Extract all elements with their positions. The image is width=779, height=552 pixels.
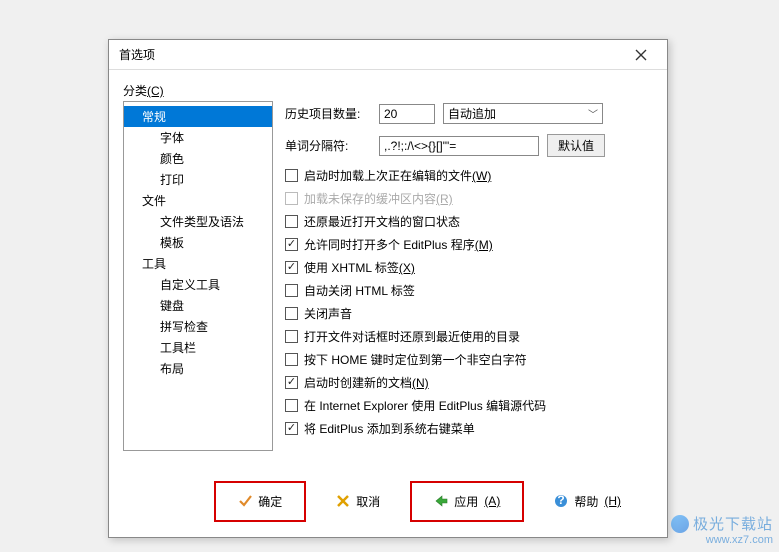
watermark: 极光下载站 www.xz7.com [671,513,773,546]
checkbox-6[interactable] [285,307,298,320]
checkbox-row-9: 启动时创建新的文档(N) [285,374,653,391]
checkbox-label-11: 将 EditPlus 添加到系统右键菜单 [304,420,475,437]
tree-item-12[interactable]: 布局 [124,358,272,379]
checkbox-accel-4: (X) [399,261,415,275]
cancel-button[interactable]: 取消 [322,487,394,516]
tree-item-3[interactable]: 打印 [124,169,272,190]
checkbox-label-7: 打开文件对话框时还原到最近使用的目录 [304,328,520,345]
checkbox-row-3: 允许同时打开多个 EditPlus 程序(M) [285,236,653,253]
checkbox-8[interactable] [285,353,298,366]
checkbox-row-11: 将 EditPlus 添加到系统右键菜单 [285,420,653,437]
history-row: 历史项目数量: 自动追加 ﹀ [285,103,653,124]
checkbox-row-1: 加载未保存的缓冲区内容(R) [285,190,653,207]
dialog-body: 分类(C) 常规字体颜色打印文件文件类型及语法模板工具自定义工具键盘拼写检查工具… [109,70,667,537]
tree-item-8[interactable]: 自定义工具 [124,274,272,295]
checkbox-1 [285,192,298,205]
checkbox-accel-3: (M) [475,238,493,252]
ok-button[interactable]: 确定 [224,487,296,516]
tree-item-1[interactable]: 字体 [124,127,272,148]
settings-panel: 历史项目数量: 自动追加 ﹀ 单词分隔符: 默认值 启动时加载上次正在编辑的文件… [285,101,653,473]
svg-text:?: ? [558,494,565,507]
checkbox-label-10: 在 Internet Explorer 使用 EditPlus 编辑源代码 [304,397,546,414]
word-separator-label: 单词分隔符: [285,137,371,154]
checkbox-4[interactable] [285,261,298,274]
close-icon [635,49,647,61]
checkbox-row-8: 按下 HOME 键时定位到第一个非空白字符 [285,351,653,368]
checkbox-0[interactable] [285,169,298,182]
tree-item-5[interactable]: 文件类型及语法 [124,211,272,232]
help-accel: (H) [604,494,621,508]
ok-label: 确定 [258,493,282,510]
checkbox-label-0: 启动时加载上次正在编辑的文件(W) [304,167,491,184]
tree-item-2[interactable]: 颜色 [124,148,272,169]
checkbox-row-0: 启动时加载上次正在编辑的文件(W) [285,167,653,184]
history-count-input[interactable] [379,104,435,124]
tree-item-7[interactable]: 工具 [124,253,272,274]
apply-accel: (A) [484,494,500,508]
apply-label: 应用 [454,493,478,510]
checkbox-7[interactable] [285,330,298,343]
history-mode-select[interactable]: 自动追加 ﹀ [443,103,603,124]
checkbox-5[interactable] [285,284,298,297]
check-icon [238,494,252,508]
tree-item-0[interactable]: 常规 [124,106,272,127]
checkbox-row-2: 还原最近打开文档的窗口状态 [285,213,653,230]
checkbox-label-5: 自动关闭 HTML 标签 [304,282,415,299]
checkbox-row-4: 使用 XHTML 标签(X) [285,259,653,276]
x-icon [336,494,350,508]
cancel-label: 取消 [356,493,380,510]
watermark-logo-icon [671,515,689,533]
default-button[interactable]: 默认值 [547,134,605,157]
checkbox-row-6: 关闭声音 [285,305,653,322]
checkbox-row-7: 打开文件对话框时还原到最近使用的目录 [285,328,653,345]
checkbox-label-3: 允许同时打开多个 EditPlus 程序(M) [304,236,493,253]
watermark-brand: 极光下载站 [693,513,773,534]
category-label-text: 分类 [123,84,147,98]
tree-item-11[interactable]: 工具栏 [124,337,272,358]
checkbox-label-2: 还原最近打开文档的窗口状态 [304,213,460,230]
dialog-title: 首选项 [119,46,155,63]
dialog-footer: 确定 取消 应用 (A) ? 帮助 (H) [123,473,653,529]
ok-highlight: 确定 [214,481,306,522]
titlebar: 首选项 [109,40,667,70]
checkbox-3[interactable] [285,238,298,251]
checkbox-label-4: 使用 XHTML 标签(X) [304,259,415,276]
checkbox-accel-1: (R) [436,192,453,206]
tree-item-6[interactable]: 模板 [124,232,272,253]
checkbox-2[interactable] [285,215,298,228]
checkbox-label-8: 按下 HOME 键时定位到第一个非空白字符 [304,351,527,368]
checkbox-label-9: 启动时创建新的文档(N) [304,374,429,391]
preferences-dialog: 首选项 分类(C) 常规字体颜色打印文件文件类型及语法模板工具自定义工具键盘拼写… [108,39,668,538]
checkbox-row-10: 在 Internet Explorer 使用 EditPlus 编辑源代码 [285,397,653,414]
tree-item-10[interactable]: 拼写检查 [124,316,272,337]
question-icon: ? [554,494,568,508]
help-label: 帮助 [574,493,598,510]
arrow-left-icon [434,494,448,508]
content-row: 常规字体颜色打印文件文件类型及语法模板工具自定义工具键盘拼写检查工具栏布局 历史… [123,101,653,473]
checkbox-accel-0: (W) [472,169,491,183]
checkbox-11[interactable] [285,422,298,435]
apply-highlight: 应用 (A) [410,481,524,522]
chevron-down-icon: ﹀ [588,106,598,121]
watermark-url: www.xz7.com [671,534,773,546]
apply-button[interactable]: 应用 (A) [420,487,514,516]
checkbox-accel-9: (N) [412,376,429,390]
tree-item-9[interactable]: 键盘 [124,295,272,316]
tree-item-4[interactable]: 文件 [124,190,272,211]
category-label-accel: (C) [147,84,164,98]
help-button[interactable]: ? 帮助 (H) [540,487,635,516]
checkbox-label-1: 加载未保存的缓冲区内容(R) [304,190,453,207]
history-count-label: 历史项目数量: [285,105,371,122]
category-tree[interactable]: 常规字体颜色打印文件文件类型及语法模板工具自定义工具键盘拼写检查工具栏布局 [123,101,273,451]
checkbox-9[interactable] [285,376,298,389]
category-label: 分类(C) [123,82,653,99]
checkbox-group: 启动时加载上次正在编辑的文件(W) 加载未保存的缓冲区内容(R) 还原最近打开文档的… [285,167,653,437]
word-separator-input[interactable] [379,136,539,156]
close-button[interactable] [621,43,661,67]
checkbox-row-5: 自动关闭 HTML 标签 [285,282,653,299]
checkbox-10[interactable] [285,399,298,412]
history-mode-value: 自动追加 [448,105,496,122]
checkbox-label-6: 关闭声音 [304,305,352,322]
wordsep-row: 单词分隔符: 默认值 [285,134,653,157]
